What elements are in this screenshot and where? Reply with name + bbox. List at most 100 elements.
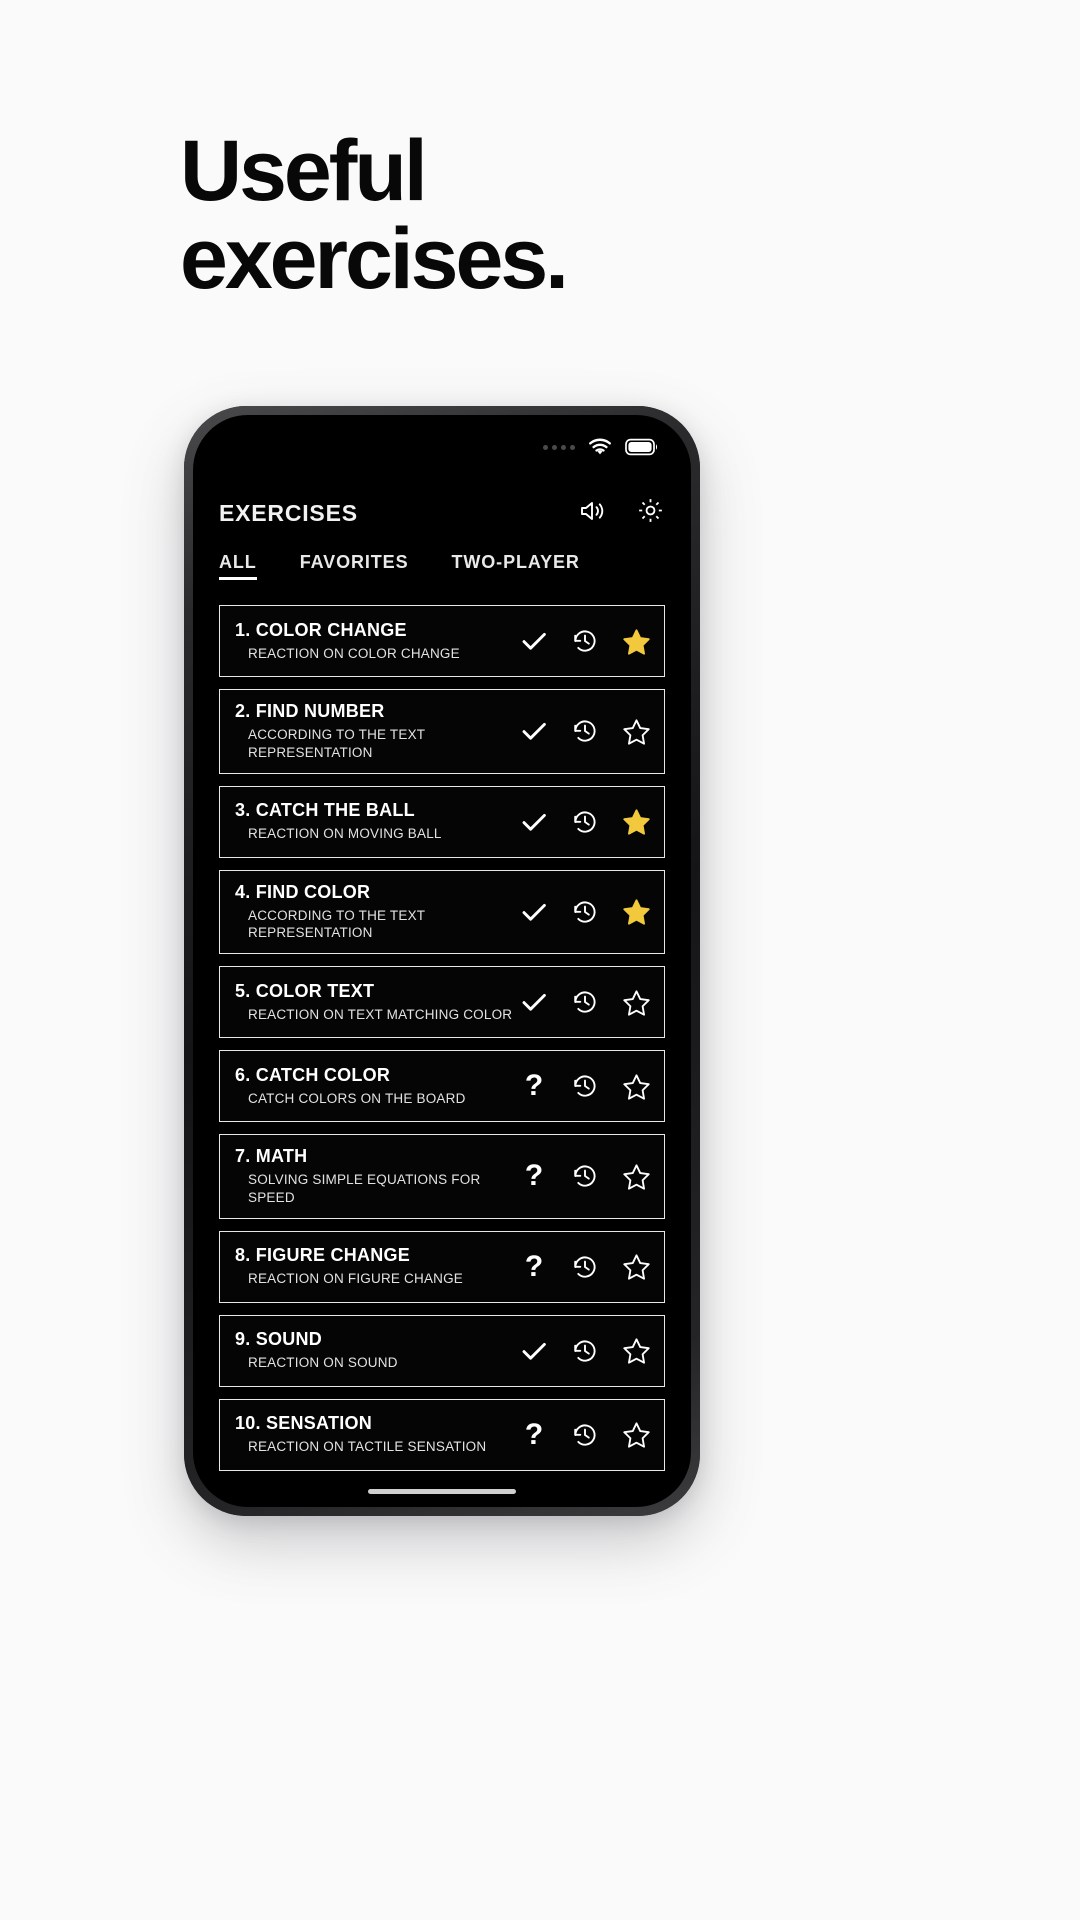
exercise-actions bbox=[519, 897, 651, 927]
exercise-actions bbox=[519, 987, 651, 1017]
history-clock-icon[interactable] bbox=[570, 1252, 600, 1282]
exercise-actions: ? bbox=[519, 1417, 651, 1451]
exercise-text: 7. MATH SOLVING SIMPLE EQUATIONS FOR SPEE… bbox=[235, 1146, 519, 1207]
exercise-subtitle: REACTION ON COLOR CHANGE bbox=[248, 645, 460, 661]
phone-mockup: EXERCISES ALL FAVORITES TWO-PLAYER 1. CO… bbox=[184, 406, 700, 1516]
exercise-row[interactable]: 3. CATCH THE BALL REACTION ON MOVING BALL bbox=[219, 785, 665, 858]
exercise-title: 3. CATCH THE BALL bbox=[235, 800, 415, 821]
check-icon bbox=[519, 716, 549, 746]
exercise-text: 3. CATCH THE BALL REACTION ON MOVING BALL bbox=[235, 800, 519, 843]
status-bar bbox=[193, 415, 691, 479]
exercise-actions: ? bbox=[519, 1161, 651, 1191]
check-icon bbox=[519, 897, 549, 927]
exercise-subtitle: REACTION ON MOVING BALL bbox=[248, 826, 442, 842]
exercise-text: 4. FIND COLOR ACCORDING TO THE TEXT REPRE… bbox=[235, 882, 519, 943]
phone-frame: EXERCISES ALL FAVORITES TWO-PLAYER 1. CO… bbox=[184, 406, 700, 1516]
history-clock-icon[interactable] bbox=[570, 716, 600, 746]
exercise-list[interactable]: 1. COLOR CHANGE REACTION ON COLOR CHANGE 2… bbox=[193, 605, 691, 1507]
exercise-subtitle: REACTION ON SOUND bbox=[248, 1355, 398, 1371]
tab-all[interactable]: ALL bbox=[219, 552, 257, 580]
history-clock-icon[interactable] bbox=[570, 1420, 600, 1450]
exercise-row[interactable]: 2. FIND NUMBER ACCORDING TO THE TEXT REPR… bbox=[219, 689, 665, 774]
star-outline-icon[interactable] bbox=[621, 1161, 651, 1191]
star-outline-icon[interactable] bbox=[621, 716, 651, 746]
exercise-subtitle: REACTION ON TEXT MATCHING COLOR bbox=[248, 1006, 513, 1022]
history-clock-icon[interactable] bbox=[570, 1161, 600, 1191]
exercise-title: 2. FIND NUMBER bbox=[235, 701, 385, 721]
check-icon bbox=[519, 626, 549, 656]
history-clock-icon[interactable] bbox=[570, 1071, 600, 1101]
page-title: EXERCISES bbox=[219, 499, 358, 526]
check-icon bbox=[519, 807, 549, 837]
exercise-text: 6. CATCH COLOR CATCH COLORS ON THE BOARD bbox=[235, 1065, 519, 1108]
exercise-title: 10. SENSATION bbox=[235, 1413, 372, 1434]
exercise-subtitle: CATCH COLORS ON THE BOARD bbox=[248, 1090, 466, 1106]
check-icon bbox=[519, 987, 549, 1017]
question-mark-icon: ? bbox=[519, 1417, 549, 1451]
question-mark-icon: ? bbox=[519, 1161, 549, 1191]
exercise-title: 4. FIND COLOR bbox=[235, 881, 371, 902]
exercise-title: 9. SOUND bbox=[235, 1329, 323, 1350]
history-clock-icon[interactable] bbox=[570, 897, 600, 927]
speaker-volume-icon[interactable] bbox=[579, 499, 607, 528]
exercise-text: 5. COLOR TEXT REACTION ON TEXT MATCHING C… bbox=[235, 981, 519, 1024]
gear-icon[interactable] bbox=[637, 497, 664, 529]
exercise-row[interactable]: 4. FIND COLOR ACCORDING TO THE TEXT REPRE… bbox=[219, 869, 665, 955]
exercise-subtitle: ACCORDING TO THE TEXT REPRESENTATION bbox=[248, 907, 425, 941]
history-clock-icon[interactable] bbox=[570, 1336, 600, 1366]
star-filled-icon[interactable] bbox=[621, 626, 651, 656]
exercise-row[interactable]: 9. SOUND REACTION ON SOUND bbox=[219, 1314, 665, 1387]
exercise-title: 8. FIGURE CHANGE bbox=[235, 1245, 411, 1266]
star-outline-icon[interactable] bbox=[621, 1071, 651, 1101]
exercise-row[interactable]: 6. CATCH COLOR CATCH COLORS ON THE BOARD? bbox=[219, 1050, 665, 1123]
star-outline-icon[interactable] bbox=[621, 1336, 651, 1366]
star-outline-icon[interactable] bbox=[621, 1420, 651, 1450]
exercise-actions: ? bbox=[519, 1071, 651, 1101]
check-icon bbox=[519, 1336, 549, 1366]
exercise-subtitle: ACCORDING TO THE TEXT REPRESENTATION bbox=[248, 726, 425, 760]
question-mark-icon: ? bbox=[519, 1071, 549, 1101]
phone-screen: EXERCISES ALL FAVORITES TWO-PLAYER 1. CO… bbox=[193, 415, 691, 1507]
exercise-text: 2. FIND NUMBER ACCORDING TO THE TEXT REPR… bbox=[235, 701, 519, 762]
exercise-row[interactable]: 5. COLOR TEXT REACTION ON TEXT MATCHING C… bbox=[219, 966, 665, 1039]
exercise-actions bbox=[519, 626, 651, 656]
exercise-title: 5. COLOR TEXT bbox=[235, 980, 375, 1001]
exercise-title: 1. COLOR CHANGE bbox=[235, 619, 407, 640]
question-glyph: ? bbox=[524, 1249, 544, 1283]
wifi-icon bbox=[588, 438, 612, 456]
headline-line-1: Useful bbox=[180, 123, 428, 219]
exercise-row[interactable]: 7. MATH SOLVING SIMPLE EQUATIONS FOR SPEE… bbox=[219, 1134, 665, 1219]
question-glyph: ? bbox=[524, 1159, 544, 1193]
exercise-row[interactable]: 1. COLOR CHANGE REACTION ON COLOR CHANGE bbox=[219, 605, 665, 677]
exercise-text: 9. SOUND REACTION ON SOUND bbox=[235, 1329, 519, 1372]
history-clock-icon[interactable] bbox=[570, 987, 600, 1017]
history-clock-icon[interactable] bbox=[570, 626, 600, 656]
exercise-subtitle: REACTION ON TACTILE SENSATION bbox=[248, 1439, 487, 1455]
star-outline-icon[interactable] bbox=[621, 987, 651, 1017]
headline-line-2: exercises. bbox=[180, 210, 569, 307]
exercise-actions bbox=[519, 1336, 651, 1366]
exercise-text: 1. COLOR CHANGE REACTION ON COLOR CHANGE bbox=[235, 620, 519, 663]
star-outline-icon[interactable] bbox=[621, 1252, 651, 1282]
exercise-text: 8. FIGURE CHANGE REACTION ON FIGURE CHANG… bbox=[235, 1245, 519, 1288]
exercise-actions bbox=[519, 807, 651, 837]
exercise-subtitle: REACTION ON FIGURE CHANGE bbox=[248, 1271, 464, 1287]
exercise-actions bbox=[519, 716, 651, 746]
exercise-actions: ? bbox=[519, 1249, 651, 1283]
home-indicator bbox=[368, 1489, 516, 1494]
battery-full-icon bbox=[625, 438, 659, 456]
signal-dots-icon bbox=[543, 444, 575, 450]
star-filled-icon[interactable] bbox=[621, 897, 651, 927]
question-glyph: ? bbox=[524, 1069, 544, 1103]
exercise-title: 7. MATH bbox=[235, 1146, 308, 1167]
tab-bar: ALL FAVORITES TWO-PLAYER bbox=[193, 552, 691, 594]
history-clock-icon[interactable] bbox=[570, 807, 600, 837]
tab-two-player[interactable]: TWO-PLAYER bbox=[451, 552, 579, 580]
question-glyph: ? bbox=[524, 1417, 544, 1451]
exercise-row[interactable]: 10. SENSATION REACTION ON TACTILE SENSATI… bbox=[219, 1398, 665, 1471]
tab-favorites[interactable]: FAVORITES bbox=[300, 552, 409, 580]
star-filled-icon[interactable] bbox=[621, 807, 651, 837]
exercise-text: 10. SENSATION REACTION ON TACTILE SENSATI… bbox=[235, 1413, 519, 1456]
question-mark-icon: ? bbox=[519, 1249, 549, 1283]
exercise-row[interactable]: 8. FIGURE CHANGE REACTION ON FIGURE CHANG… bbox=[219, 1230, 665, 1303]
